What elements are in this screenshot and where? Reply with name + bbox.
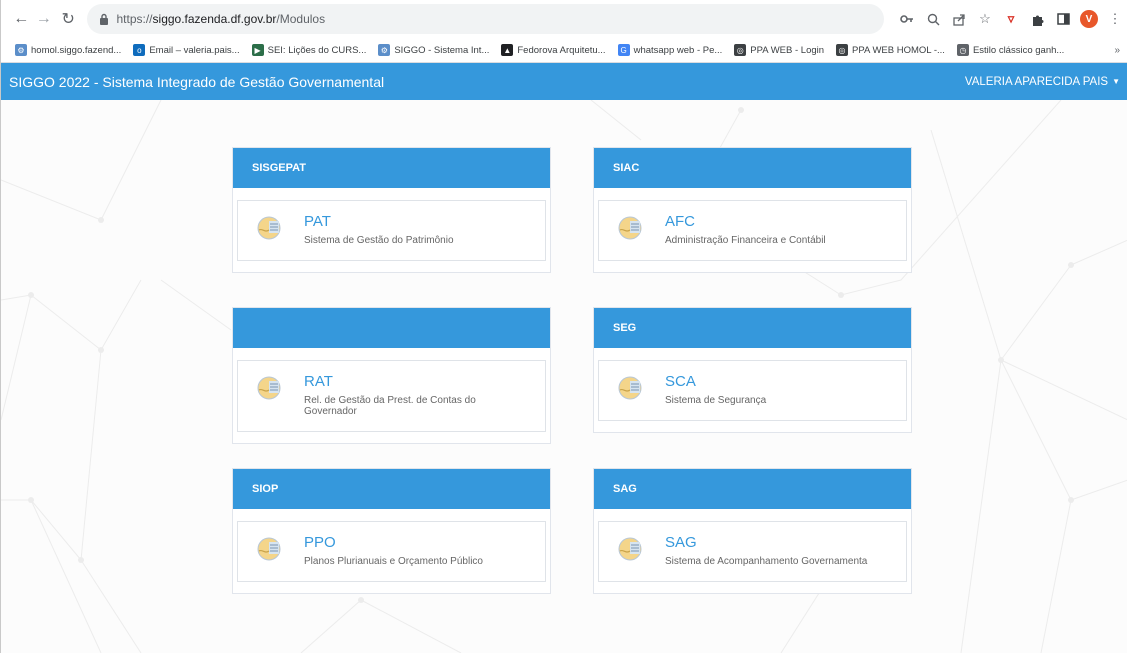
bookmark-label: PPA WEB - Login	[750, 44, 825, 56]
globe-module-icon	[618, 537, 642, 561]
panel-sag: SAG SAG Sistema de Acompanhamento Govern…	[593, 468, 912, 594]
app-title[interactable]: SIGGO 2022 - Sistema Integrado de Gestão…	[9, 74, 384, 90]
module-ppo-card[interactable]: PPO Planos Plurianuais e Orçamento Públi…	[237, 521, 546, 582]
app-header: SIGGO 2022 - Sistema Integrado de Gestão…	[1, 63, 1127, 100]
side-panel-icon[interactable]	[1050, 6, 1076, 32]
user-name: VALERIA APARECIDA PAIS	[964, 75, 1109, 88]
zoom-icon[interactable]	[920, 6, 946, 32]
bookmark-label: whatsapp web - Pe...	[633, 44, 723, 56]
globe-icon: ◎	[734, 44, 747, 56]
extension-shield-icon[interactable]: ▿	[998, 6, 1024, 32]
module-name: PPO	[304, 534, 336, 551]
url-path: /Modulos	[276, 12, 326, 26]
panel-siac: SIAC AFC Administração Financeira e Cont…	[593, 147, 912, 273]
profile-initial: V	[1080, 10, 1098, 28]
address-bar[interactable]: https://siggo.fazenda.df.gov.br/Modulos	[86, 4, 884, 34]
module-rat-card[interactable]: RAT Rel. de Gestão da Prest. de Contas d…	[237, 360, 546, 432]
bookmark-item[interactable]: ◷ Estilo clássico ganh...	[956, 44, 1065, 56]
browser-window: ← → ↻ https://siggo.fazenda.df.gov.br/Mo…	[0, 0, 1127, 653]
profile-avatar[interactable]: V	[1076, 6, 1102, 32]
bookmark-item[interactable]: ⚙ homol.siggo.fazend...	[15, 44, 121, 56]
siggo-icon: ⚙	[15, 44, 27, 56]
modules-page: SISGEPAT PAT Sistema de Gestão do Patrim…	[1, 100, 1127, 653]
panel-heading: SIOP	[233, 469, 550, 509]
bookmark-label: Email – valeria.pais...	[149, 44, 240, 56]
bookmarks-overflow-button[interactable]: »	[1114, 45, 1120, 56]
module-name: SAG	[665, 534, 697, 551]
module-description: Rel. de Gestão da Prest. de Contas do Go…	[304, 395, 476, 417]
globe-module-icon	[257, 537, 281, 561]
globe-module-icon	[257, 376, 281, 400]
bookmark-item[interactable]: ▲ Fedorova Arquitetu...	[501, 44, 606, 56]
bookmark-label: Fedorova Arquitetu...	[517, 44, 606, 56]
bookmark-item[interactable]: ◎ PPA WEB HOMOL -...	[836, 44, 945, 56]
bookmark-item[interactable]: ⚙ SIGGO - Sistema Int...	[378, 44, 489, 56]
panel-rat: RAT Rel. de Gestão da Prest. de Contas d…	[232, 307, 551, 444]
panel-seg: SEG SCA Sistema de Segurança	[593, 307, 912, 433]
star-bookmark-icon[interactable]: ☆	[972, 6, 998, 32]
user-menu[interactable]: VALERIA APARECIDA PAIS ▼	[965, 76, 1120, 88]
module-name: RAT	[304, 373, 333, 390]
globe-module-icon	[257, 216, 281, 240]
reload-icon[interactable]: ↻	[58, 8, 79, 30]
caret-down-icon: ▼	[1112, 77, 1120, 86]
url-host: siggo.fazenda.df.gov.br	[152, 12, 277, 26]
clock-icon: ◷	[956, 44, 969, 56]
bookmark-item[interactable]: Gwhatsapp web - Pe...	[617, 44, 723, 56]
back-arrow-icon[interactable]: ←	[11, 8, 32, 30]
panel-sisgepat: SISGEPAT PAT Sistema de Gestão do Patrim…	[232, 147, 551, 273]
bookmarks-bar: ⚙ homol.siggo.fazend... o Email – valeria.p…	[1, 38, 1127, 63]
bookmark-item[interactable]: ▶ SEI: Lições do CURS...	[251, 44, 367, 56]
module-description: Sistema de Acompanhamento Governamenta	[665, 556, 868, 567]
url-scheme: https://	[116, 12, 153, 26]
kebab-menu-icon[interactable]: ⋮	[1102, 6, 1127, 32]
share-icon[interactable]	[946, 6, 972, 32]
module-name: SCA	[665, 373, 696, 390]
module-description: Sistema de Gestão do Patrimônio	[304, 235, 454, 246]
bookmark-item[interactable]: o Email – valeria.pais...	[133, 44, 240, 56]
globe-icon: ◎	[836, 44, 849, 56]
panel-heading	[233, 308, 550, 348]
module-description: Planos Plurianuais e Orçamento Público	[304, 556, 483, 567]
module-description: Sistema de Segurança	[665, 395, 767, 406]
module-name: PAT	[304, 213, 331, 230]
puzzle-extensions-icon[interactable]	[1024, 6, 1050, 32]
key-icon[interactable]	[894, 6, 920, 32]
bookmark-label: SEI: Lições do CURS...	[267, 44, 367, 56]
siggo-icon: ⚙	[378, 44, 391, 56]
bookmark-label: PPA WEB HOMOL -...	[852, 44, 945, 56]
bookmark-item[interactable]: ◎ PPA WEB - Login	[734, 44, 824, 56]
globe-module-icon	[618, 216, 642, 240]
lock-icon	[99, 13, 109, 25]
forward-arrow-icon[interactable]: →	[34, 8, 55, 30]
google-icon: G	[617, 44, 630, 56]
bookmark-label: homol.siggo.fazend...	[31, 44, 122, 56]
module-afc-card[interactable]: AFC Administração Financeira e Contábil	[598, 200, 907, 261]
outlook-icon: o	[133, 44, 146, 56]
sei-icon: ▶	[251, 44, 264, 56]
module-sag-card[interactable]: SAG Sistema de Acompanhamento Governamen…	[598, 521, 907, 582]
panel-heading: SIAC	[594, 148, 911, 188]
background-polygon-pattern	[1, 100, 1127, 653]
panel-heading: SAG	[594, 469, 911, 509]
bookmark-label: Estilo clássico ganh...	[972, 44, 1065, 56]
panel-heading: SISGEPAT	[233, 148, 550, 188]
panel-siop: SIOP PPO Planos Plurianuais e Orçamento …	[232, 468, 551, 594]
module-pat-card[interactable]: PAT Sistema de Gestão do Patrimônio	[237, 200, 546, 261]
module-sca-card[interactable]: SCA Sistema de Segurança	[598, 360, 907, 421]
globe-module-icon	[618, 376, 642, 400]
browser-toolbar: ← → ↻ https://siggo.fazenda.df.gov.br/Mo…	[1, 0, 1127, 38]
module-name: AFC	[665, 213, 695, 230]
panel-heading: SEG	[594, 308, 911, 348]
bookmark-label: SIGGO - Sistema Int...	[394, 44, 490, 56]
module-description: Administração Financeira e Contábil	[665, 235, 826, 246]
fedorova-icon: ▲	[501, 44, 514, 56]
